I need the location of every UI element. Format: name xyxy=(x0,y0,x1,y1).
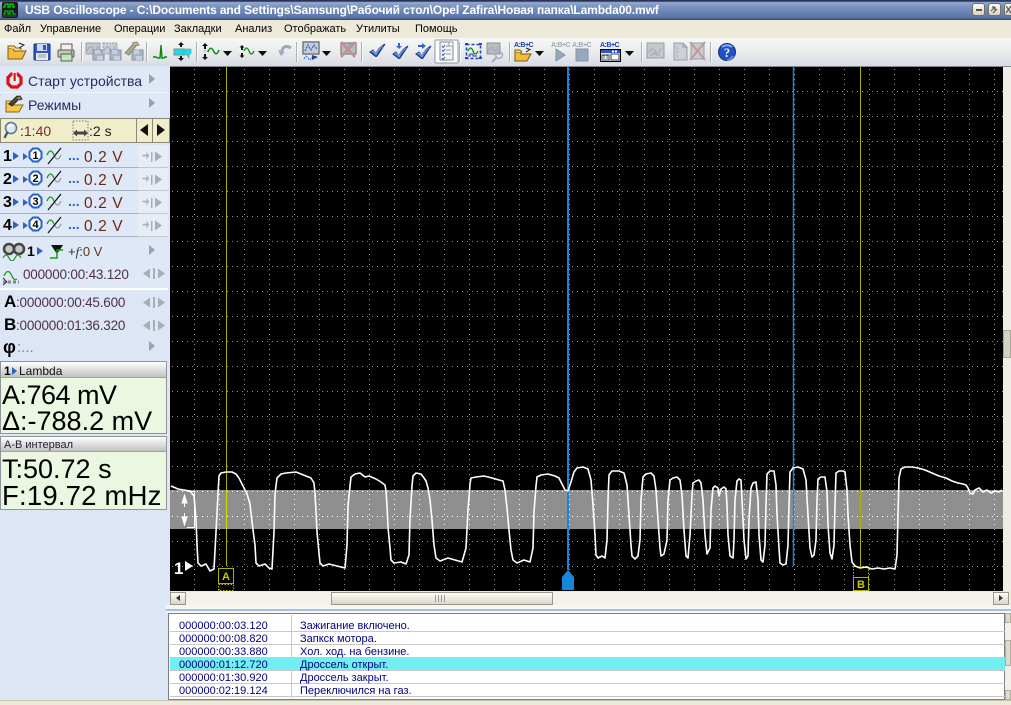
svg-text:?: ? xyxy=(724,46,730,60)
svg-text:4: 4 xyxy=(32,219,39,231)
svg-text:1: 1 xyxy=(32,150,38,162)
svg-text:B: B xyxy=(857,579,865,591)
svg-text:3: 3 xyxy=(32,196,38,208)
svg-text:A:B+C: A:B+C xyxy=(514,42,534,49)
svg-text:A: A xyxy=(222,571,230,583)
svg-text:A:B+C: A:B+C xyxy=(572,42,592,49)
svg-text:A:B+C: A:B+C xyxy=(551,42,571,49)
svg-text:2: 2 xyxy=(32,173,38,185)
svg-text:A:B+C: A:B+C xyxy=(600,42,620,49)
svg-text:1: 1 xyxy=(174,559,183,578)
